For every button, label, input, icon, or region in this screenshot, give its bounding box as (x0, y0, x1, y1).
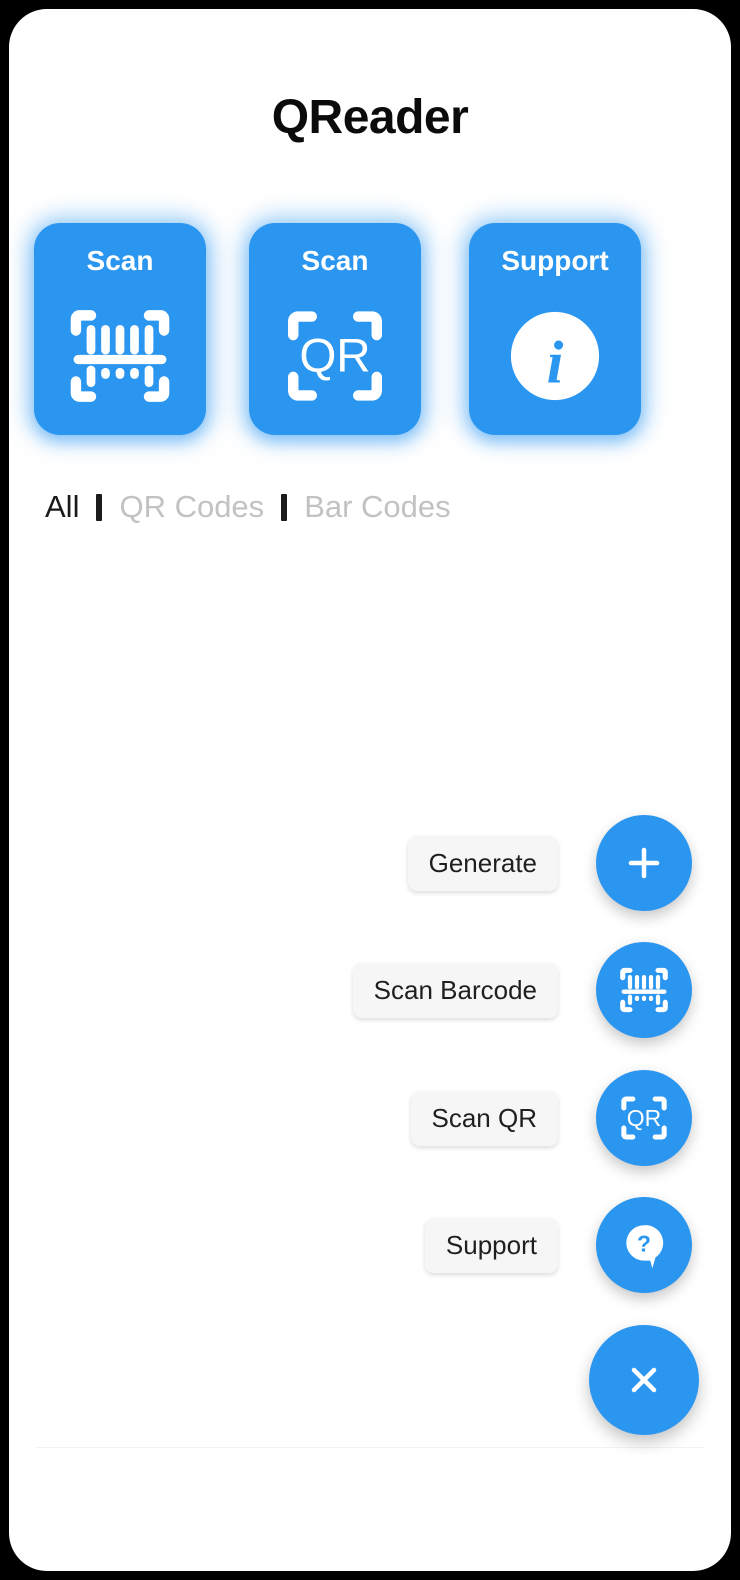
filter-tab-bar-codes[interactable]: Bar Codes (304, 489, 450, 525)
barcode-scan-icon (62, 298, 178, 414)
plus-icon (628, 847, 660, 879)
generate-button[interactable] (596, 815, 692, 911)
tile-scan-qr[interactable]: Scan QR (249, 223, 421, 435)
question-bubble-icon: ? (626, 1225, 664, 1269)
tab-separator (281, 493, 288, 521)
barcode-scan-icon (620, 967, 668, 1013)
speed-dial-label-generate[interactable]: Generate (407, 835, 558, 891)
speed-dial-action-support[interactable]: Support ? (424, 1197, 692, 1293)
support-button[interactable]: ? (596, 1197, 692, 1293)
tile-scan-qr-label: Scan (301, 245, 369, 276)
bottom-divider (35, 1447, 705, 1448)
tile-scan-barcode-label: Scan (86, 245, 154, 276)
svg-text:?: ? (637, 1230, 651, 1256)
qr-scan-icon: QR (621, 1096, 667, 1140)
speed-dial-action-scan-barcode[interactable]: Scan Barcode (352, 942, 692, 1038)
device-frame: QReader Scan Scan QR Support i All QR Co… (0, 0, 740, 1580)
svg-text:i: i (547, 329, 564, 396)
scan-barcode-button[interactable] (596, 942, 692, 1038)
speed-dial-label-scan-barcode[interactable]: Scan Barcode (352, 962, 558, 1018)
app-screen: QReader Scan Scan QR Support i All QR Co… (9, 9, 731, 1571)
tile-support[interactable]: Support i (469, 223, 641, 435)
speed-dial-action-generate[interactable]: Generate (407, 815, 692, 911)
info-circle-icon: i (497, 298, 613, 414)
qr-scan-icon: QR (277, 298, 393, 414)
tab-separator (96, 493, 103, 521)
close-speed-dial-button[interactable] (589, 1325, 699, 1435)
filter-tab-all[interactable]: All (45, 489, 79, 525)
speed-dial-action-scan-qr[interactable]: Scan QR QR (410, 1070, 692, 1166)
svg-text:QR: QR (627, 1105, 661, 1131)
filter-tab-bar: All QR Codes Bar Codes (45, 481, 451, 533)
tile-scan-barcode[interactable]: Scan (34, 223, 206, 435)
scan-qr-button[interactable]: QR (596, 1070, 692, 1166)
filter-tab-qr-codes[interactable]: QR Codes (119, 489, 264, 525)
speed-dial-label-scan-qr[interactable]: Scan QR (410, 1090, 558, 1146)
page-title: QReader (271, 91, 469, 144)
speed-dial-label-support[interactable]: Support (424, 1217, 558, 1273)
svg-text:QR: QR (299, 330, 370, 383)
close-icon (631, 1367, 657, 1393)
tile-support-label: Support (501, 245, 609, 276)
action-tile-row: Scan Scan QR Support i (25, 214, 715, 444)
